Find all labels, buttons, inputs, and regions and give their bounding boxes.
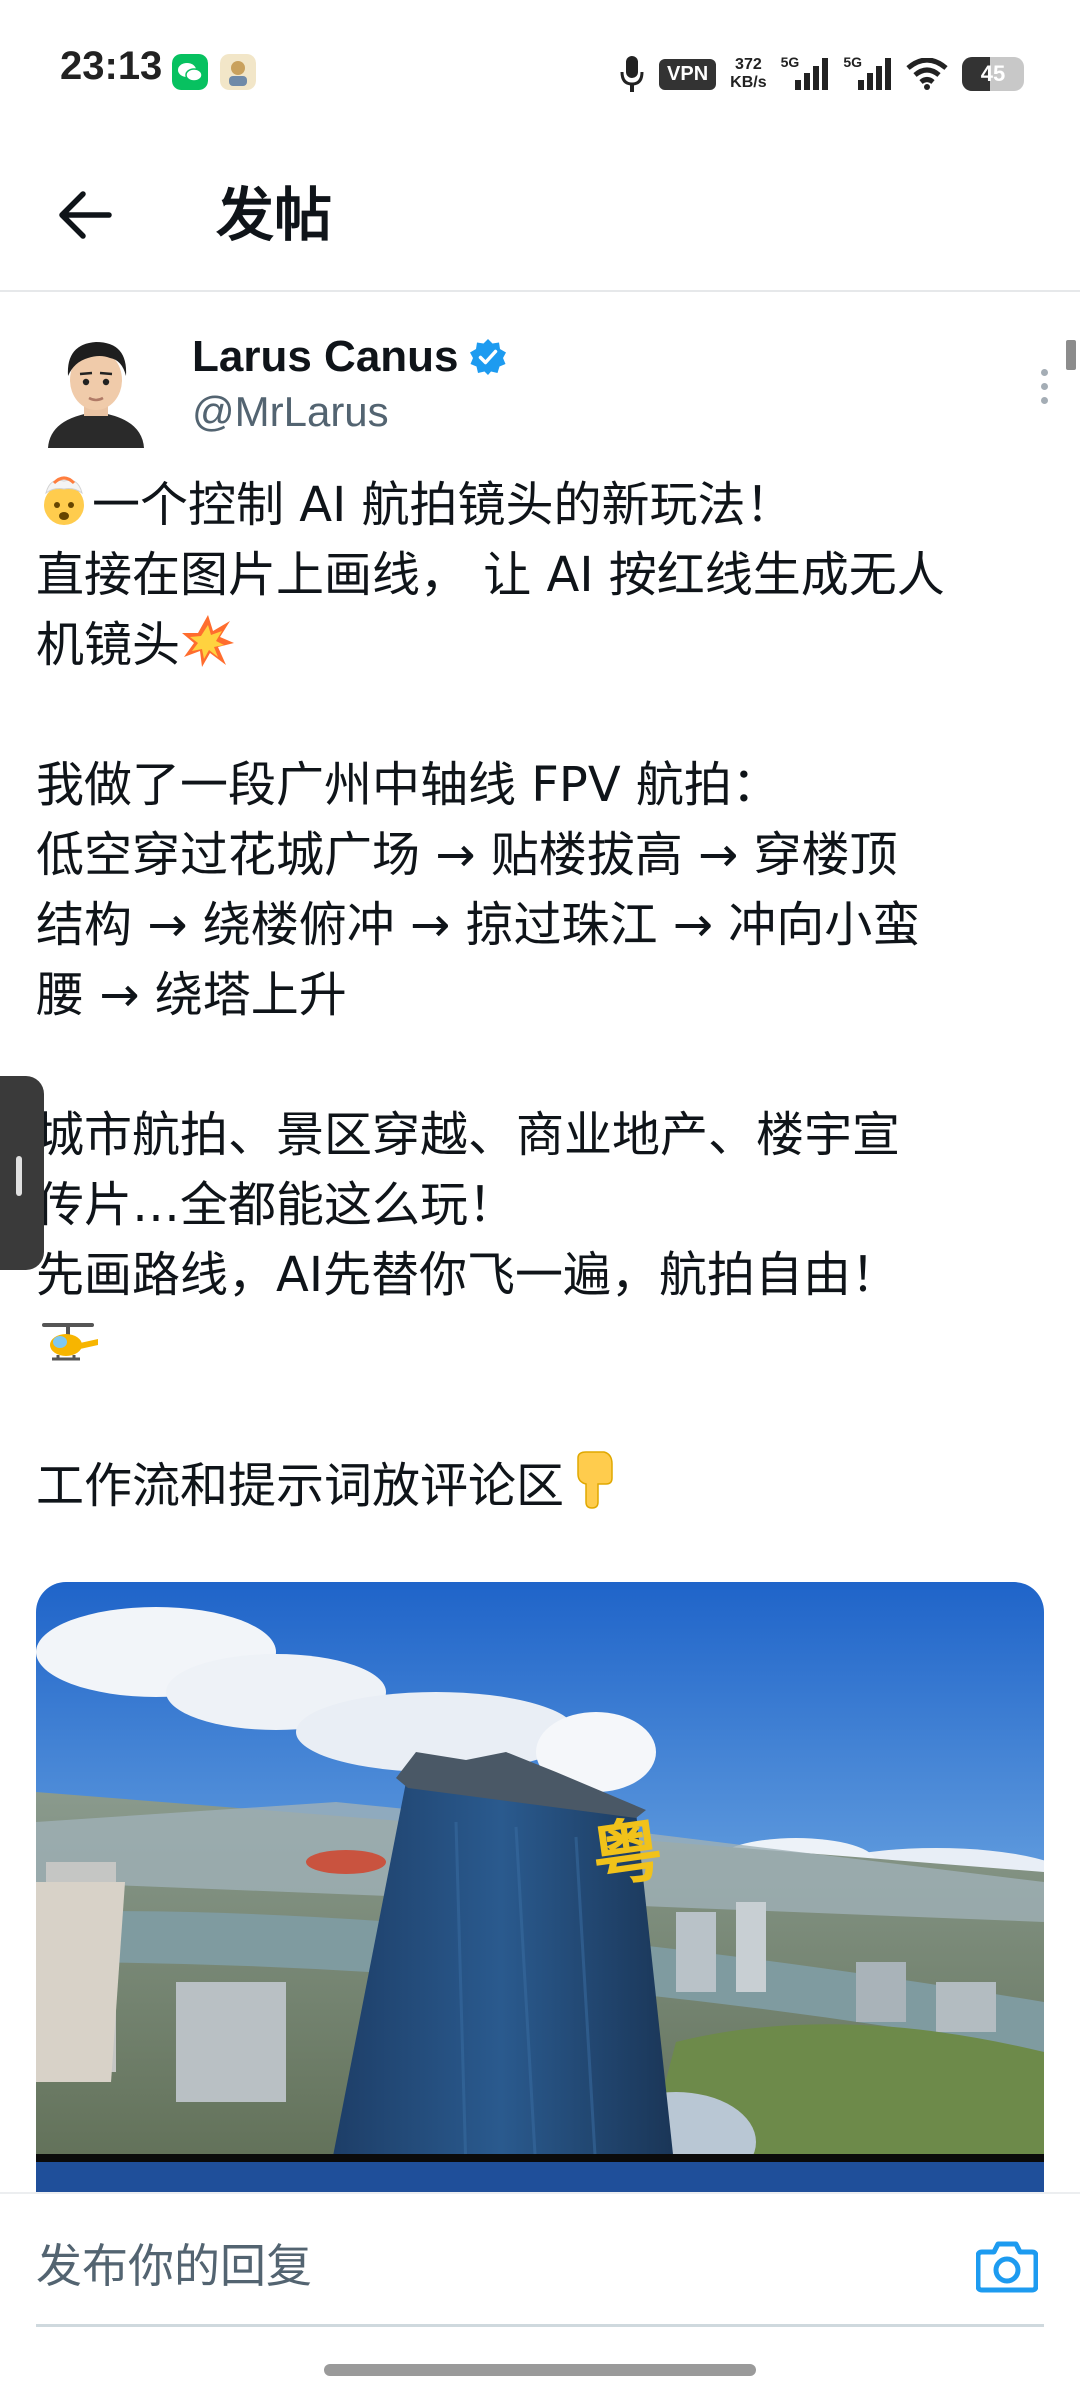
wifi-icon bbox=[906, 58, 948, 90]
edge-panel-handle[interactable] bbox=[0, 1076, 44, 1270]
network-type-2: 5G bbox=[843, 54, 862, 70]
network-speed: 372 KB/s bbox=[730, 56, 766, 92]
reply-input[interactable]: 发布你的回复 bbox=[36, 2226, 936, 2306]
signal-icon bbox=[795, 58, 829, 90]
status-bar: 23:13 VPN 372 KB/s 5G 5G 45 bbox=[0, 0, 1080, 140]
tweet-author-row: Larus Canus @MrLarus bbox=[40, 326, 1048, 456]
video-thumbnail-image[interactable]: 粤 bbox=[36, 1582, 1044, 2192]
reply-underline bbox=[36, 2324, 1044, 2327]
tweet-line: 先画路线，AI先替你飞一遍，航拍自由！ bbox=[36, 1247, 899, 1303]
page-title: 发帖 bbox=[216, 181, 333, 249]
tweet-line: 我做了一段广州中轴线 FPV 航拍： bbox=[36, 757, 780, 813]
more-options-button[interactable] bbox=[1024, 356, 1064, 416]
app-header: 发帖 bbox=[0, 150, 1080, 292]
helicopter-emoji bbox=[42, 1323, 98, 1361]
tweet-line: 直接在图片上画线， 让 AI 按红线生成无人 bbox=[36, 547, 945, 603]
vpn-badge: VPN bbox=[659, 58, 717, 90]
author-handle[interactable]: @MrLarus bbox=[192, 388, 389, 436]
scrollbar-thumb[interactable] bbox=[1066, 340, 1076, 370]
pointing-down-emoji bbox=[577, 1451, 613, 1509]
speed-unit: KB/s bbox=[730, 74, 767, 91]
tweet-line: 工作流和提示词放评论区 bbox=[36, 1450, 1046, 1521]
arrow-left-icon bbox=[59, 191, 112, 239]
tweet-line: 腰 → 绕塔上升 bbox=[36, 967, 347, 1023]
avatar[interactable] bbox=[40, 326, 152, 448]
tweet-line: 结构 → 绕楼俯冲 → 掠过珠江 → 冲向小蛮 bbox=[36, 897, 921, 953]
tweet-line: 传片…全都能这么玩！ bbox=[36, 1177, 517, 1233]
wechat-icon bbox=[172, 54, 208, 90]
svg-text:粤: 粤 bbox=[587, 1808, 668, 1899]
tweet-line: 城市航拍、景区穿越、商业地产、楼宇宣 bbox=[36, 1107, 901, 1163]
more-vertical-icon bbox=[1040, 368, 1048, 376]
battery-icon: 45 bbox=[962, 57, 1024, 91]
author-name-text: Larus Canus bbox=[192, 332, 459, 381]
back-button[interactable] bbox=[50, 180, 120, 250]
network-type-1: 5G bbox=[780, 54, 800, 70]
camera-icon[interactable] bbox=[976, 2238, 1038, 2294]
tweet-line: 一个控制 AI 航拍镜头的新玩法！ bbox=[36, 470, 1046, 540]
verified-badge-icon bbox=[469, 339, 506, 375]
author-name[interactable]: Larus Canus bbox=[192, 332, 507, 382]
status-time: 23:13 bbox=[60, 44, 163, 88]
tweet-line bbox=[36, 1310, 1046, 1380]
battery-level: 45 bbox=[980, 61, 1006, 86]
signal-icon bbox=[858, 58, 891, 90]
reply-bar: 发布你的回复 bbox=[0, 2192, 1080, 2400]
tweet-text: 一个控制 AI 航拍镜头的新玩法！ 直接在图片上画线， 让 AI 按红线生成无人… bbox=[36, 470, 1046, 1521]
collision-emoji bbox=[182, 615, 235, 667]
status-right-group: VPN 372 KB/s 5G 5G 45 bbox=[619, 50, 1024, 98]
speed-value: 372 bbox=[735, 56, 762, 73]
app-notification-icon bbox=[220, 54, 256, 90]
tweet-line: 机镜头 bbox=[36, 610, 1046, 680]
exploding-head-emoji bbox=[44, 476, 84, 525]
microphone-icon bbox=[620, 56, 644, 92]
tweet-line: 低空穿过花城广场 → 贴楼拔高 → 穿楼顶 bbox=[36, 827, 898, 883]
home-indicator[interactable] bbox=[324, 2364, 756, 2376]
